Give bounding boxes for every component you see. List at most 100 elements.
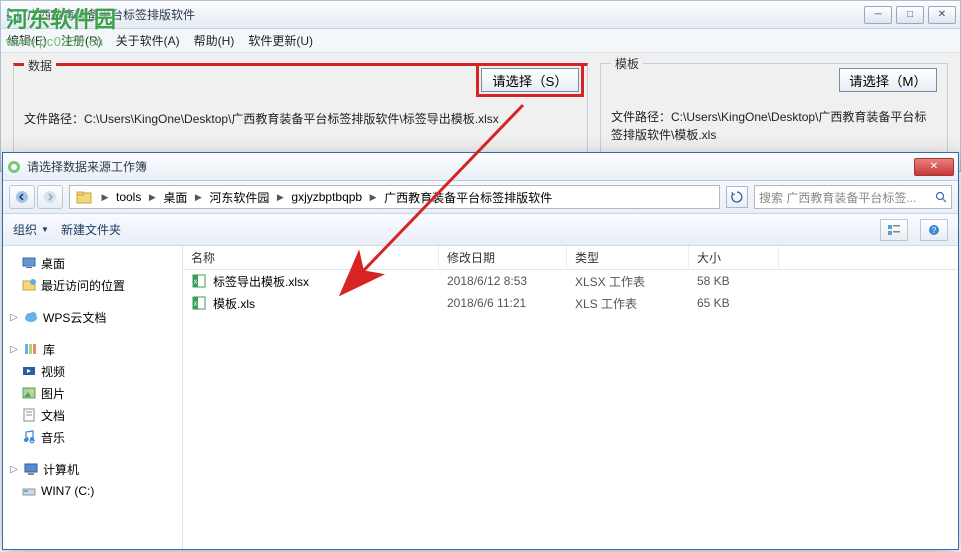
dialog-title: 请选择数据来源工作簿 [27,158,914,175]
breadcrumb[interactable]: ▶ tools ▶ 桌面 ▶ 河东软件园 ▶ gxjyzbptbqpb ▶ 广西… [69,185,720,209]
document-icon [21,407,37,423]
help-button[interactable]: ? [920,219,948,241]
select-data-button[interactable]: 请选择（S） [481,68,579,92]
list-item[interactable]: X 模板.xls 2018/6/6 11:21 XLS 工作表 65 KB [183,292,958,314]
data-group-legend: 数据 [24,57,56,74]
tree-videos[interactable]: 视频 [3,360,182,382]
newfolder-button[interactable]: 新建文件夹 [61,221,121,238]
search-input[interactable]: 搜索 广西教育装备平台标签... [754,185,952,209]
file-dialog: 请选择数据来源工作簿 ✕ ▶ tools ▶ 桌面 ▶ 河东软件园 ▶ gxjy… [2,152,959,550]
titlebar[interactable]: 广西教育装备平台标签排版软件 ─ □ ✕ [1,1,960,29]
menubar: 编辑(E) 注册(R) 关于软件(A) 帮助(H) 软件更新(U) [1,29,960,53]
recent-icon [21,277,37,293]
close-button[interactable]: ✕ [928,6,956,24]
chevron-right-icon[interactable]: ▶ [191,192,205,203]
breadcrumb-item-2[interactable]: 河东软件园 [205,186,273,208]
svg-text:?: ? [932,226,937,235]
dialog-body: 桌面 最近访问的位置 ▷ WPS云文档 ▷ 库 视频 [3,246,958,549]
music-icon [21,429,37,445]
template-group-legend: 模板 [611,55,643,72]
chevron-left-icon [15,190,29,204]
expand-icon[interactable]: ▷ [9,344,19,355]
library-icon [23,341,39,357]
list-header[interactable]: 名称 修改日期 类型 大小 [183,246,958,270]
data-group: 数据 请选择（S） 文件路径：C:\Users\KingOne\Desktop\… [13,63,588,155]
menu-update[interactable]: 软件更新(U) [248,32,313,49]
template-path: 文件路径：C:\Users\KingOne\Desktop\广西教育装备平台标签… [611,108,937,144]
template-path-label: 文件路径： [611,110,671,124]
select-template-button[interactable]: 请选择（M） [839,68,937,92]
menu-edit[interactable]: 编辑(E) [7,32,47,49]
refresh-icon [731,191,743,203]
template-group: 模板 请选择（M） 文件路径：C:\Users\KingOne\Desktop\… [600,63,948,155]
nav-tree[interactable]: 桌面 最近访问的位置 ▷ WPS云文档 ▷ 库 视频 [3,246,183,549]
xls-icon: X [191,295,207,311]
breadcrumb-root-icon[interactable] [72,186,98,208]
drive-icon [21,483,37,499]
breadcrumb-item-4[interactable]: 广西教育装备平台标签排版软件 [380,186,556,208]
breadcrumb-item-0[interactable]: tools [112,186,145,208]
chevron-right-icon [43,190,57,204]
tree-libraries[interactable]: ▷ 库 [3,338,182,360]
tree-pictures[interactable]: 图片 [3,382,182,404]
tree-win7[interactable]: WIN7 (C:) [3,480,182,502]
organize-button[interactable]: 组织 ▼ [13,221,49,238]
data-path-value: C:\Users\KingOne\Desktop\广西教育装备平台标签排版软件\… [84,112,499,126]
expand-icon[interactable]: ▷ [9,312,19,323]
svg-text:X: X [193,280,197,286]
folder-icon [76,189,92,205]
chevron-right-icon[interactable]: ▶ [273,192,287,203]
app-icon [5,7,21,23]
dialog-close-button[interactable]: ✕ [914,158,954,176]
file-date: 2018/6/6 11:21 [439,296,567,310]
nav-forward-button[interactable] [37,185,63,209]
file-date: 2018/6/12 8:53 [439,274,567,288]
list-item[interactable]: X 标签导出模板.xlsx 2018/6/12 8:53 XLSX 工作表 58… [183,270,958,292]
tree-computer[interactable]: ▷ 计算机 [3,458,182,480]
nav-back-button[interactable] [9,185,35,209]
menu-register[interactable]: 注册(R) [61,32,102,49]
col-date[interactable]: 修改日期 [439,246,567,269]
cloud-icon [23,309,39,325]
data-path: 文件路径：C:\Users\KingOne\Desktop\广西教育装备平台标签… [24,110,577,128]
view-button[interactable] [880,219,908,241]
svg-text:X: X [193,302,197,308]
dialog-titlebar[interactable]: 请选择数据来源工作簿 ✕ [3,153,958,181]
dialog-toolbar: 组织 ▼ 新建文件夹 ? [3,214,958,246]
expand-icon[interactable]: ▷ [9,464,19,475]
chevron-right-icon[interactable]: ▶ [366,192,380,203]
search-placeholder: 搜索 广西教育装备平台标签... [759,189,916,206]
file-name: 标签导出模板.xlsx [213,273,309,290]
file-list[interactable]: 名称 修改日期 类型 大小 X 标签导出模板.xlsx 2018/6/12 8:… [183,246,958,549]
tree-recent[interactable]: 最近访问的位置 [3,274,182,296]
dropdown-arrow-icon: ▼ [41,225,49,234]
xlsx-icon: X [191,273,207,289]
col-type[interactable]: 类型 [567,246,689,269]
maximize-button[interactable]: □ [896,6,924,24]
minimize-button[interactable]: ─ [864,6,892,24]
menu-about[interactable]: 关于软件(A) [116,32,180,49]
computer-icon [23,461,39,477]
menu-help[interactable]: 帮助(H) [194,32,235,49]
file-type: XLSX 工作表 [567,273,689,290]
col-size[interactable]: 大小 [689,246,779,269]
tree-wps[interactable]: ▷ WPS云文档 [3,306,182,328]
data-path-label: 文件路径： [24,112,84,126]
chevron-right-icon[interactable]: ▶ [145,192,159,203]
tree-desktop[interactable]: 桌面 [3,252,182,274]
video-icon [21,363,37,379]
dialog-icon [7,160,21,174]
refresh-button[interactable] [726,186,748,208]
search-icon [935,191,947,203]
picture-icon [21,385,37,401]
breadcrumb-item-1[interactable]: 桌面 [159,186,191,208]
chevron-right-icon[interactable]: ▶ [98,192,112,203]
view-icon [887,224,901,236]
tree-music[interactable]: 音乐 [3,426,182,448]
main-window: 广西教育装备平台标签排版软件 ─ □ ✕ 编辑(E) 注册(R) 关于软件(A)… [0,0,961,172]
tree-documents[interactable]: 文档 [3,404,182,426]
breadcrumb-item-3[interactable]: gxjyzbptbqpb [287,186,366,208]
window-title: 广西教育装备平台标签排版软件 [27,6,864,23]
dialog-navbar: ▶ tools ▶ 桌面 ▶ 河东软件园 ▶ gxjyzbptbqpb ▶ 广西… [3,181,958,214]
col-name[interactable]: 名称 [183,246,439,269]
